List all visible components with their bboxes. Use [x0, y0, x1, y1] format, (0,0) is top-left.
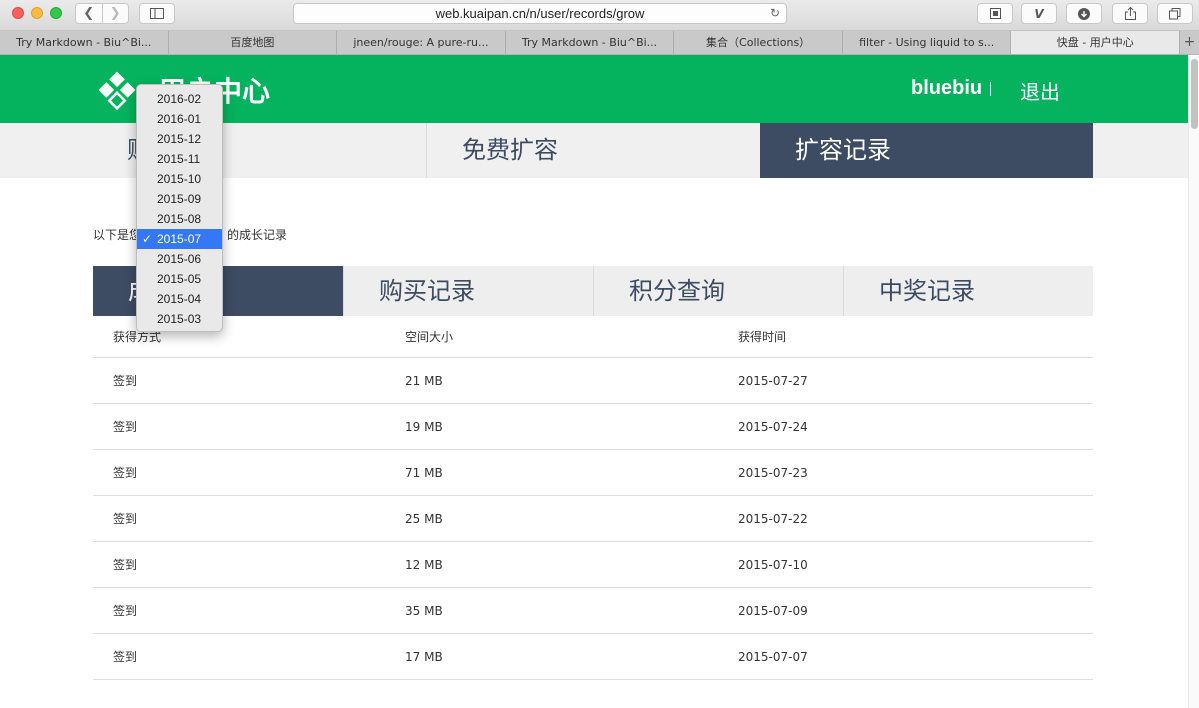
cell-method: 签到	[113, 374, 138, 388]
v-logo-icon: V	[1034, 6, 1044, 21]
cell-size: 19 MB	[405, 420, 443, 434]
cell-date: 2015-07-09	[738, 604, 808, 618]
reader-button[interactable]	[977, 3, 1013, 24]
table-row: 签到 71 MB 2015-07-23	[93, 450, 1093, 496]
tabs-overview-button[interactable]	[1157, 3, 1193, 24]
tab-prize-records[interactable]: 中奖记录	[843, 266, 1093, 316]
kuaipan-logo-icon	[98, 71, 136, 110]
logout-link[interactable]: 退出	[1020, 76, 1060, 105]
zoom-window-button[interactable]	[50, 7, 62, 19]
cell-size: 12 MB	[405, 558, 443, 572]
month-option[interactable]: 2015-12	[137, 129, 222, 149]
cell-method: 签到	[113, 512, 138, 526]
sidebar-icon	[150, 8, 164, 19]
page-scrollbar[interactable]	[1188, 55, 1199, 708]
table-row: 签到 12 MB 2015-07-10	[93, 542, 1093, 588]
intro-prefix: 以下是您	[93, 228, 142, 242]
share-button[interactable]	[1112, 3, 1148, 24]
nav-free-expand[interactable]: 免费扩容	[426, 123, 759, 178]
table-row: 签到 19 MB 2015-07-24	[93, 404, 1093, 450]
cell-date: 2015-07-07	[738, 650, 808, 664]
table-row: 签到 25 MB 2015-07-22	[93, 496, 1093, 542]
cell-date: 2015-07-27	[738, 374, 808, 388]
sidebar-toggle-button[interactable]	[139, 3, 175, 24]
browser-tab[interactable]: 百度地图	[169, 31, 338, 54]
cell-date: 2015-07-23	[738, 466, 808, 480]
browser-tab-strip: Try Markdown - Biu^Bi... 百度地图 jneen/roug…	[0, 31, 1199, 55]
month-option[interactable]: 2015-03	[137, 309, 222, 329]
month-option[interactable]: 2015-09	[137, 189, 222, 209]
history-nav: ❮ ❯	[75, 3, 129, 24]
intro-suffix: 的成长记录	[227, 228, 288, 242]
cell-method: 签到	[113, 558, 138, 572]
cell-date: 2015-07-10	[738, 558, 808, 572]
month-option[interactable]: 2016-01	[137, 109, 222, 129]
cell-method: 签到	[113, 466, 138, 480]
selected-month-label: 2015-07	[157, 232, 202, 246]
month-option[interactable]: 2015-05	[137, 269, 222, 289]
browser-tab[interactable]: Try Markdown - Biu^Bi...	[0, 31, 169, 54]
browser-tab[interactable]: filter - Using liquid to s...	[843, 31, 1012, 54]
cell-method: 签到	[113, 650, 138, 664]
table-row: 签到 21 MB 2015-07-27	[93, 358, 1093, 404]
month-select-dropdown[interactable]: 2016-02 2016-01 2015-12 2015-11 2015-10 …	[136, 84, 223, 332]
scrollbar-thumb[interactable]	[1191, 59, 1198, 129]
downloads-button[interactable]	[1066, 3, 1102, 24]
browser-tab[interactable]: Try Markdown - Biu^Bi...	[506, 31, 675, 54]
cell-size: 35 MB	[405, 604, 443, 618]
forward-button[interactable]: ❯	[101, 4, 129, 23]
cell-date: 2015-07-22	[738, 512, 808, 526]
address-bar[interactable]: web.kuaipan.cn/n/user/records/grow ↻	[293, 3, 787, 24]
checkmark-icon: ✓	[142, 232, 153, 246]
chevron-right-icon: ❯	[109, 6, 121, 21]
chevron-left-icon: ❮	[83, 6, 95, 21]
table-row: 签到 35 MB 2015-07-09	[93, 588, 1093, 634]
tabs-icon	[1169, 7, 1181, 19]
column-header: 空间大小	[405, 330, 454, 344]
cell-method: 签到	[113, 604, 138, 618]
month-option[interactable]: 2015-06	[137, 249, 222, 269]
intro-text: 以下是您 的成长记录	[93, 226, 287, 243]
cell-size: 71 MB	[405, 466, 443, 480]
back-button[interactable]: ❮	[76, 4, 102, 23]
table-header: 获得方式 空间大小 获得时间	[93, 316, 1093, 358]
month-option[interactable]: 2015-08	[137, 209, 222, 229]
new-tab-button[interactable]: +	[1180, 31, 1199, 54]
square-icon	[989, 8, 1001, 19]
tab-purchase-records[interactable]: 购买记录	[343, 266, 593, 316]
username-link[interactable]: bluebiu	[911, 77, 982, 100]
month-option[interactable]: 2015-10	[137, 169, 222, 189]
reload-icon[interactable]: ↻	[770, 4, 780, 23]
url-text: web.kuaipan.cn/n/user/records/grow	[435, 6, 645, 21]
browser-toolbar: ❮ ❯ web.kuaipan.cn/n/user/records/grow ↻…	[0, 0, 1199, 31]
minimize-window-button[interactable]	[31, 7, 43, 19]
cell-size: 21 MB	[405, 374, 443, 388]
extension-button[interactable]: V	[1021, 3, 1057, 24]
browser-tab-active[interactable]: 快盘 - 用户中心	[1011, 31, 1181, 54]
cell-method: 签到	[113, 420, 138, 434]
cell-size: 17 MB	[405, 650, 443, 664]
nav-expand-records[interactable]: 扩容记录	[760, 123, 1093, 178]
month-option[interactable]: 2015-11	[137, 149, 222, 169]
cell-size: 25 MB	[405, 512, 443, 526]
month-option[interactable]: 2015-04	[137, 289, 222, 309]
browser-tab[interactable]: 集合（Collections）	[674, 31, 843, 54]
table-row: 签到 17 MB 2015-07-07	[93, 634, 1093, 680]
cell-date: 2015-07-24	[738, 420, 808, 434]
share-icon	[1124, 7, 1136, 20]
month-option[interactable]: 2016-02	[137, 89, 222, 109]
column-header: 获得时间	[738, 330, 787, 344]
tab-points-query[interactable]: 积分查询	[593, 266, 843, 316]
close-window-button[interactable]	[12, 7, 24, 19]
divider	[990, 82, 991, 96]
download-icon	[1078, 7, 1090, 20]
record-tabs: 成长记录 购买记录 积分查询 中奖记录	[93, 266, 1093, 316]
browser-tab[interactable]: jneen/rouge: A pure-ru...	[337, 31, 506, 54]
month-option-selected[interactable]: ✓ 2015-07	[137, 229, 222, 249]
records-table: 获得方式 空间大小 获得时间 签到 21 MB 2015-07-27 签到 19…	[93, 316, 1093, 680]
